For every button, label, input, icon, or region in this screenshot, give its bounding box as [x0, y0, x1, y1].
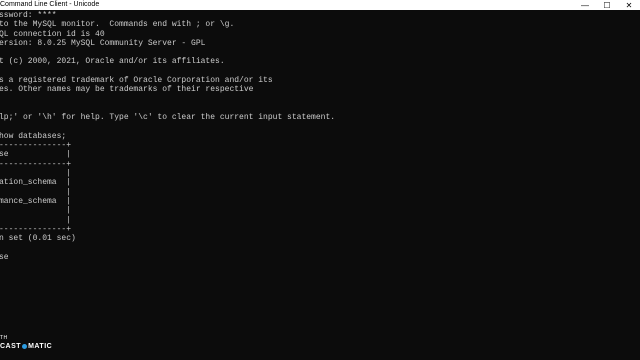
console-line: --------------+	[0, 141, 72, 151]
console-line: se	[0, 252, 9, 262]
console-output[interactable]: ssword: **** to the MySQL monitor. Comman…	[0, 11, 640, 341]
mysql-command-line-window: Command Line Client - Unicode — ☐ ✕ sswo…	[0, 0, 640, 360]
console-line: |	[0, 206, 72, 216]
console-line: s a registered trademark of Oracle Corpo…	[0, 76, 273, 86]
console-line: |	[0, 187, 72, 197]
console-line: es. Other names may be trademarks of the…	[0, 85, 254, 95]
console-line: se |	[0, 150, 72, 160]
watermark-right-text: MATIC	[28, 343, 53, 350]
watermark-top-text: TH	[0, 335, 8, 341]
watermark-left-text: CAST	[0, 343, 22, 350]
console-line: --------------+	[0, 159, 72, 169]
screencast-o-matic-watermark: TH CAST MATIC	[0, 335, 60, 355]
console-line: n set (0.01 sec)	[0, 234, 76, 244]
minimize-button[interactable]: —	[574, 0, 596, 10]
console-line: how databases;	[0, 131, 67, 141]
console-line: mance_schema |	[0, 196, 72, 206]
window-controls: — ☐ ✕	[574, 0, 640, 10]
watermark-dot-icon	[22, 343, 28, 349]
maximize-button[interactable]: ☐	[596, 0, 618, 10]
console-line: ation_schema |	[0, 178, 72, 188]
close-button[interactable]: ✕	[618, 0, 640, 10]
window-title: Command Line Client - Unicode	[0, 1, 100, 8]
console-line: QL connection id is 40	[0, 29, 105, 39]
console-line: |	[0, 169, 72, 179]
console-line: ssword: ****	[0, 11, 57, 20]
watermark-logo: CAST MATIC	[0, 343, 52, 350]
console-line: --------------+	[0, 224, 72, 234]
console-line: |	[0, 215, 72, 225]
title-bar[interactable]: Command Line Client - Unicode — ☐ ✕	[0, 0, 640, 10]
console-line: lp;' or '\h' for help. Type '\c' to clea…	[0, 113, 336, 123]
console-line: t (c) 2000, 2021, Oracle and/or its affi…	[0, 57, 225, 67]
console-line: to the MySQL monitor. Commands end with …	[0, 20, 235, 30]
console-line: ersion: 8.0.25 MySQL Community Server - …	[0, 38, 206, 48]
